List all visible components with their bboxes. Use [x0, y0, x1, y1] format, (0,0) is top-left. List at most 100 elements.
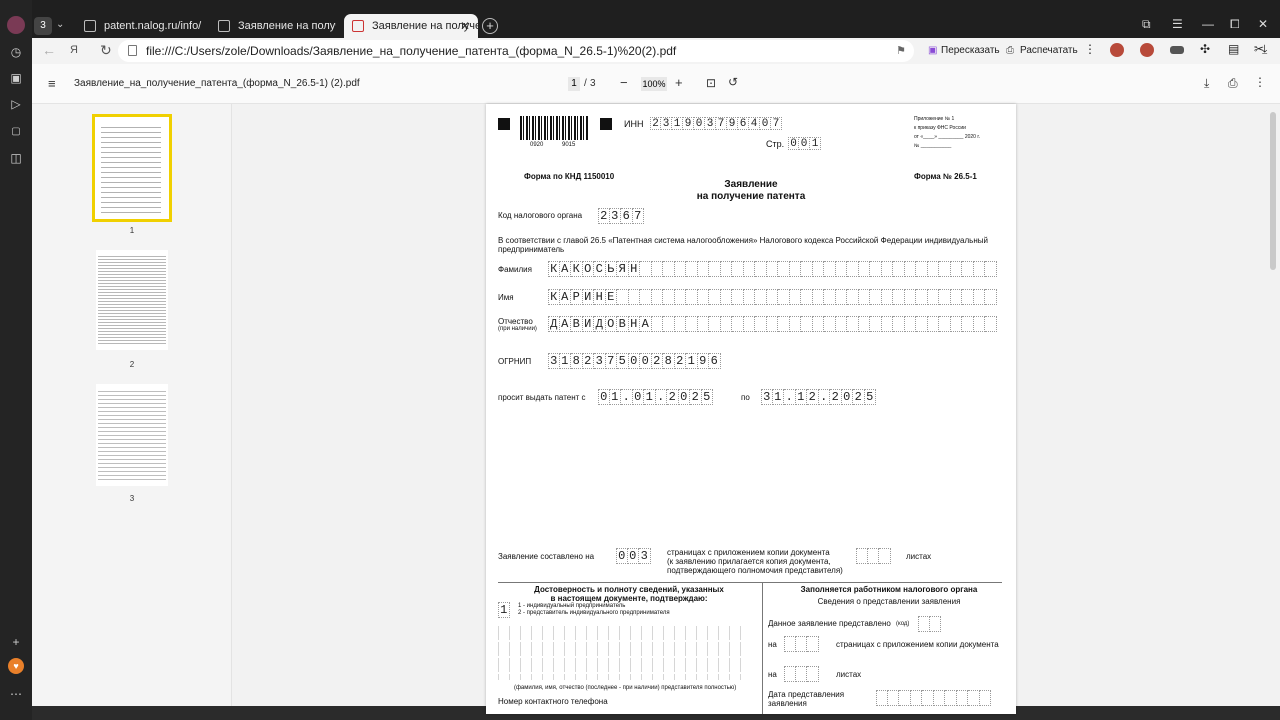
page-number-input[interactable]: 1 — [568, 77, 580, 91]
form-cell: 8 — [663, 353, 675, 369]
chevron-down-icon[interactable]: ⌄ — [56, 19, 64, 30]
on-label: на — [768, 640, 777, 649]
more-menu-icon[interactable]: ⋮ — [1084, 42, 1096, 56]
form-cell: 2 — [674, 353, 686, 369]
reload-icon[interactable]: ↻ — [100, 42, 112, 59]
marker-square — [600, 118, 612, 130]
fit-page-icon[interactable]: ⊡ — [706, 76, 716, 90]
form-cell — [950, 316, 962, 332]
patronymic-field: ДАВИДОВНА — [548, 316, 997, 332]
retell-button[interactable]: Пересказать — [941, 45, 1000, 56]
new-tab-button[interactable]: + — [482, 18, 498, 34]
extensions-icon[interactable]: ✣ — [1200, 42, 1210, 56]
form-cell — [778, 261, 790, 277]
add-panel-icon[interactable]: + — [6, 632, 26, 652]
thumbnail-page-3[interactable] — [96, 384, 168, 486]
form-cell: 0 — [788, 137, 799, 150]
barcode-number: 0920 — [530, 142, 544, 148]
form-cell — [945, 690, 957, 706]
more-options-icon[interactable]: ⋮ — [1254, 75, 1266, 89]
form-cell — [743, 289, 755, 305]
zoom-in-button[interactable]: + — [675, 75, 683, 90]
tab-counter[interactable]: 3 — [34, 17, 52, 35]
globe-icon — [84, 20, 96, 32]
form-cell: 6 — [621, 208, 633, 224]
reading-list-icon[interactable]: ▤ — [1228, 42, 1239, 56]
request-label: просит выдать патент с — [498, 393, 586, 402]
appendix-line: № ___________ — [914, 143, 952, 149]
date-to-field: 31.12.2025 — [761, 389, 876, 405]
form-cell — [617, 289, 629, 305]
to-label: по — [741, 393, 750, 402]
profile-avatar[interactable] — [7, 16, 25, 34]
menu-icon[interactable]: ☰ — [1172, 17, 1183, 31]
confirm-option: 1 - индивидуальный предприниматель — [518, 603, 626, 609]
rotate-icon[interactable]: ↺ — [728, 75, 738, 89]
form-cell: Е — [605, 289, 617, 305]
collections-icon[interactable]: ▣ — [6, 68, 26, 88]
pdf-icon — [352, 20, 364, 32]
tab-application-2[interactable]: Заявление на получение ✕ — [344, 14, 478, 38]
address-bar[interactable]: file:///C:/Users/zole/Downloads/Заявлени… — [118, 40, 914, 62]
extension-icon[interactable] — [1170, 46, 1184, 54]
form-cell: . — [655, 389, 667, 405]
download-icon[interactable]: ⤓ — [1204, 76, 1209, 91]
form-cell: 9 — [727, 117, 738, 130]
form-cell — [858, 289, 870, 305]
tab-patent-info[interactable]: patent.nalog.ru/info/ — [76, 14, 204, 38]
form-cell — [962, 289, 974, 305]
print-icon[interactable]: ⎙ — [1228, 76, 1238, 91]
form-cell: 7 — [632, 208, 644, 224]
form-cell: В — [571, 316, 583, 332]
form-cell — [720, 316, 732, 332]
extension-icon[interactable] — [1110, 43, 1124, 57]
form-cell — [789, 316, 801, 332]
more-icon[interactable]: ⋯ — [6, 684, 26, 704]
form-cell: 5 — [701, 389, 713, 405]
intro-text: В соответствии с главой 26.5 «Патентная … — [498, 236, 988, 245]
sidebar-toggle-icon[interactable]: ≡ — [48, 76, 56, 91]
form-cell — [858, 261, 870, 277]
officer-pages-field — [784, 636, 819, 652]
tax-code-label: Код налогового органа — [498, 211, 583, 220]
downloads-icon[interactable]: ⤓ — [1262, 42, 1267, 57]
extension-icon[interactable] — [1140, 43, 1154, 57]
browser-sidepanel: ◷ ▣ ▷ ▢ ◫ + ♥ ⋯ — [0, 0, 32, 720]
scrollbar[interactable] — [1270, 112, 1276, 270]
yandex-icon[interactable]: Я — [70, 44, 78, 56]
tab-application-1[interactable]: Заявление на получение — [210, 14, 336, 38]
form-cell — [927, 316, 939, 332]
form-cell — [651, 289, 663, 305]
thumbnail-page-2[interactable] — [96, 250, 168, 350]
back-icon[interactable]: ← — [42, 42, 56, 58]
close-icon[interactable]: ✕ — [460, 19, 470, 33]
url-text[interactable]: file:///C:/Users/zole/Downloads/Заявлени… — [146, 44, 676, 58]
history-icon[interactable]: ◷ — [6, 42, 26, 62]
play-icon[interactable]: ▷ — [6, 94, 26, 114]
zoom-out-button[interactable]: − — [620, 75, 628, 90]
form-cell: 2 — [807, 389, 819, 405]
form-cell — [835, 261, 847, 277]
bookmark-icon[interactable]: ⚑ — [896, 44, 906, 57]
surname-field: КАКОСЬЯН — [548, 261, 997, 277]
screenshot-icon[interactable]: ◫ — [6, 148, 26, 168]
bookmarks-icon[interactable]: ⧉ — [1142, 17, 1151, 32]
alice-icon[interactable]: ♥ — [8, 658, 24, 674]
window-close-icon[interactable]: ✕ — [1258, 17, 1268, 31]
maximize-icon[interactable]: ⧠ — [1230, 17, 1240, 32]
form-cell: А — [559, 261, 571, 277]
confirm-title: в настоящем документе, подтверждаю: — [550, 594, 708, 603]
name-label: Имя — [498, 293, 514, 302]
form-cell: 1 — [498, 602, 510, 618]
apps-icon[interactable]: ▢ — [6, 121, 26, 141]
form-cell — [651, 316, 663, 332]
form-cell — [962, 316, 974, 332]
page-label: Стр. — [766, 139, 785, 149]
thumbnail-page-1[interactable] — [92, 114, 172, 222]
form-cell — [709, 289, 721, 305]
print-button[interactable]: Распечатать — [1020, 45, 1078, 56]
zoom-level[interactable]: 100% — [641, 77, 667, 91]
minimize-icon[interactable]: — — [1202, 17, 1214, 31]
form-cell — [732, 289, 744, 305]
appendix-line: к приказу ФНС России — [914, 125, 966, 131]
